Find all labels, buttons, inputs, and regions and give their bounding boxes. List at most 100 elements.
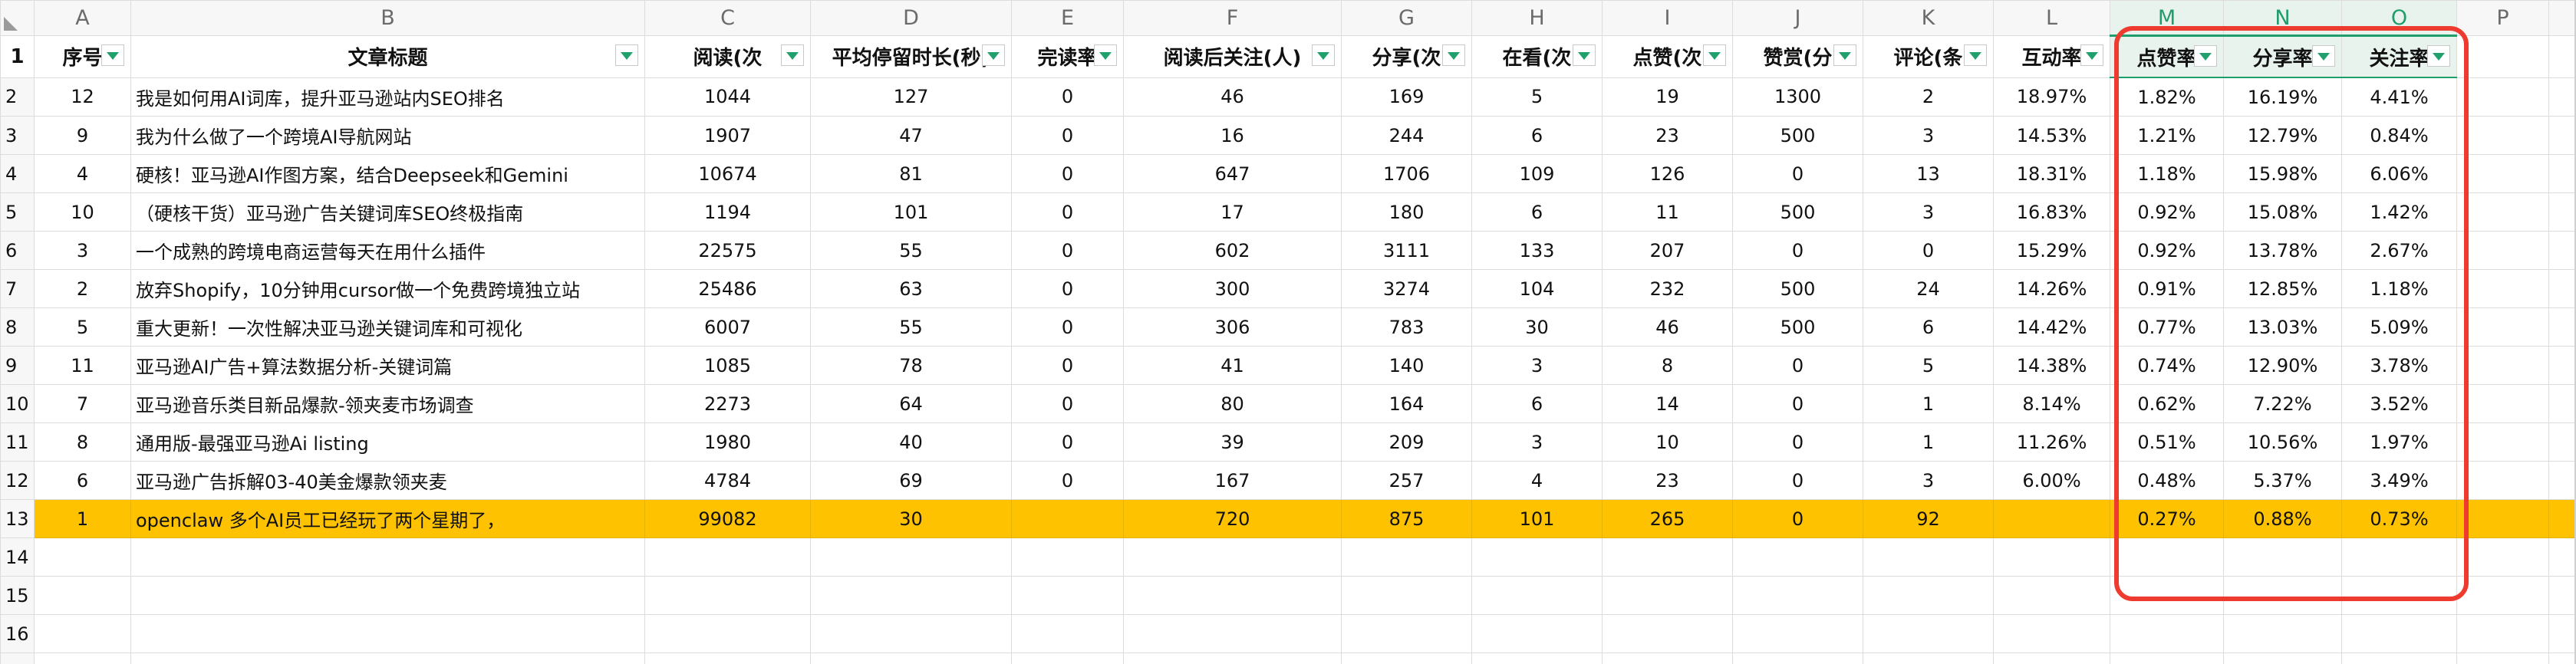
empty-cell[interactable] — [1011, 537, 1124, 577]
cell-L[interactable]: 18.31% — [1993, 154, 2110, 193]
cell-J[interactable]: 0 — [1732, 461, 1863, 500]
cell-F[interactable]: 647 — [1123, 154, 1342, 193]
column-letter-empty[interactable] — [2548, 0, 2576, 36]
row-number[interactable]: 17 — [0, 652, 35, 664]
cell-F[interactable]: 602 — [1123, 231, 1342, 270]
cell-O[interactable]: 5.09% — [2341, 307, 2457, 347]
empty-cell[interactable] — [34, 537, 131, 577]
cell-C[interactable]: 6007 — [644, 307, 811, 347]
cell-N[interactable]: 12.90% — [2223, 346, 2342, 385]
header-cell-I[interactable]: 点赞(次 — [1602, 35, 1733, 78]
cell-H[interactable]: 30 — [1471, 307, 1603, 347]
empty-cell[interactable] — [2548, 576, 2576, 615]
empty-cell[interactable] — [1732, 537, 1863, 577]
column-letter-F[interactable]: F — [1123, 0, 1342, 36]
select-all-corner[interactable] — [0, 0, 35, 36]
cell-F[interactable]: 16 — [1123, 116, 1342, 155]
cell-B[interactable]: 硬核！亚马逊AI作图方案，结合Deepseek和Gemini — [130, 154, 645, 193]
cell-L[interactable]: 16.83% — [1993, 192, 2110, 232]
empty-cell[interactable] — [34, 576, 131, 615]
empty-cell[interactable] — [1863, 652, 1994, 664]
cell-D[interactable]: 81 — [810, 154, 1012, 193]
cell-I[interactable]: 126 — [1602, 154, 1733, 193]
empty-cell[interactable] — [2456, 422, 2549, 462]
cell-J[interactable]: 500 — [1732, 192, 1863, 232]
empty-cell[interactable] — [130, 652, 645, 664]
cell-D[interactable]: 78 — [810, 346, 1012, 385]
empty-cell[interactable] — [2548, 346, 2576, 385]
row-number[interactable]: 9 — [0, 346, 35, 385]
cell-C[interactable]: 1085 — [644, 346, 811, 385]
row-number[interactable]: 15 — [0, 576, 35, 615]
empty-cell[interactable] — [2548, 269, 2576, 308]
cell-C[interactable]: 22575 — [644, 231, 811, 270]
cell-L[interactable]: 6.00% — [1993, 461, 2110, 500]
cell-A[interactable]: 5 — [34, 307, 131, 347]
row-number[interactable]: 6 — [0, 231, 35, 270]
spreadsheet[interactable]: A B C D E F G H I J K L M N O P 1 序号 文章标题 阅读(次 平均停留时长(秒) 完读率阅… — [0, 0, 2576, 664]
empty-cell[interactable] — [1123, 576, 1342, 615]
cell-J[interactable]: 0 — [1732, 346, 1863, 385]
cell-D[interactable]: 127 — [810, 77, 1012, 117]
empty-cell[interactable] — [1341, 614, 1472, 653]
filter-dropdown-icon[interactable] — [101, 44, 124, 66]
empty-cell[interactable] — [2110, 652, 2224, 664]
cell-E[interactable] — [1011, 499, 1124, 538]
empty-cell[interactable] — [2456, 652, 2549, 664]
empty-cell[interactable] — [810, 537, 1012, 577]
row-number[interactable]: 16 — [0, 614, 35, 653]
cell-C[interactable]: 25486 — [644, 269, 811, 308]
empty-cell[interactable] — [130, 614, 645, 653]
cell-F[interactable]: 300 — [1123, 269, 1342, 308]
cell-M[interactable]: 0.27% — [2110, 499, 2224, 538]
cell-A[interactable]: 1 — [34, 499, 131, 538]
cell-D[interactable]: 40 — [810, 422, 1012, 462]
cell-O[interactable]: 2.67% — [2341, 231, 2457, 270]
cell-J[interactable]: 500 — [1732, 307, 1863, 347]
empty-cell[interactable] — [1863, 576, 1994, 615]
empty-cell[interactable] — [2456, 307, 2549, 347]
cell-K[interactable]: 1 — [1863, 422, 1994, 462]
cell-N[interactable]: 12.85% — [2223, 269, 2342, 308]
empty-cell[interactable] — [2548, 384, 2576, 423]
header-cell-G[interactable]: 分享(次 — [1341, 35, 1472, 78]
row-number[interactable]: 1 — [0, 35, 35, 78]
empty-cell[interactable] — [2456, 346, 2549, 385]
empty-cell[interactable] — [1011, 652, 1124, 664]
column-letter-M[interactable]: M — [2110, 0, 2224, 37]
cell-A[interactable]: 6 — [34, 461, 131, 500]
header-cell-E[interactable]: 完读率 — [1011, 35, 1124, 78]
filter-dropdown-icon[interactable] — [1442, 44, 1465, 66]
cell-D[interactable]: 55 — [810, 231, 1012, 270]
empty-cell[interactable] — [1863, 614, 1994, 653]
empty-cell[interactable] — [1341, 576, 1472, 615]
empty-cell[interactable] — [810, 576, 1012, 615]
header-cell-A[interactable]: 序号 — [34, 35, 131, 78]
cell-M[interactable]: 0.92% — [2110, 231, 2224, 270]
cell-N[interactable]: 0.88% — [2223, 499, 2342, 538]
cell-A[interactable]: 12 — [34, 77, 131, 117]
cell-A[interactable]: 8 — [34, 422, 131, 462]
cell-K[interactable]: 5 — [1863, 346, 1994, 385]
column-letter-N[interactable]: N — [2223, 0, 2342, 37]
empty-cell[interactable] — [2456, 614, 2549, 653]
cell-I[interactable]: 23 — [1602, 116, 1733, 155]
cell-J[interactable]: 500 — [1732, 269, 1863, 308]
cell-A[interactable]: 2 — [34, 269, 131, 308]
empty-cell[interactable] — [1602, 576, 1733, 615]
header-cell-D[interactable]: 平均停留时长(秒) — [810, 35, 1012, 78]
cell-J[interactable]: 0 — [1732, 154, 1863, 193]
cell-G[interactable]: 1706 — [1341, 154, 1472, 193]
filter-dropdown-icon[interactable] — [1312, 44, 1335, 66]
empty-cell[interactable] — [2341, 614, 2457, 653]
empty-cell[interactable] — [2548, 192, 2576, 232]
cell-D[interactable]: 47 — [810, 116, 1012, 155]
row-number[interactable]: 7 — [0, 269, 35, 308]
cell-K[interactable]: 1 — [1863, 384, 1994, 423]
column-letter-H[interactable]: H — [1471, 0, 1603, 36]
filter-dropdown-icon[interactable] — [615, 44, 638, 66]
empty-cell[interactable] — [2456, 537, 2549, 577]
cell-I[interactable]: 207 — [1602, 231, 1733, 270]
row-number[interactable]: 14 — [0, 537, 35, 577]
cell-D[interactable]: 101 — [810, 192, 1012, 232]
